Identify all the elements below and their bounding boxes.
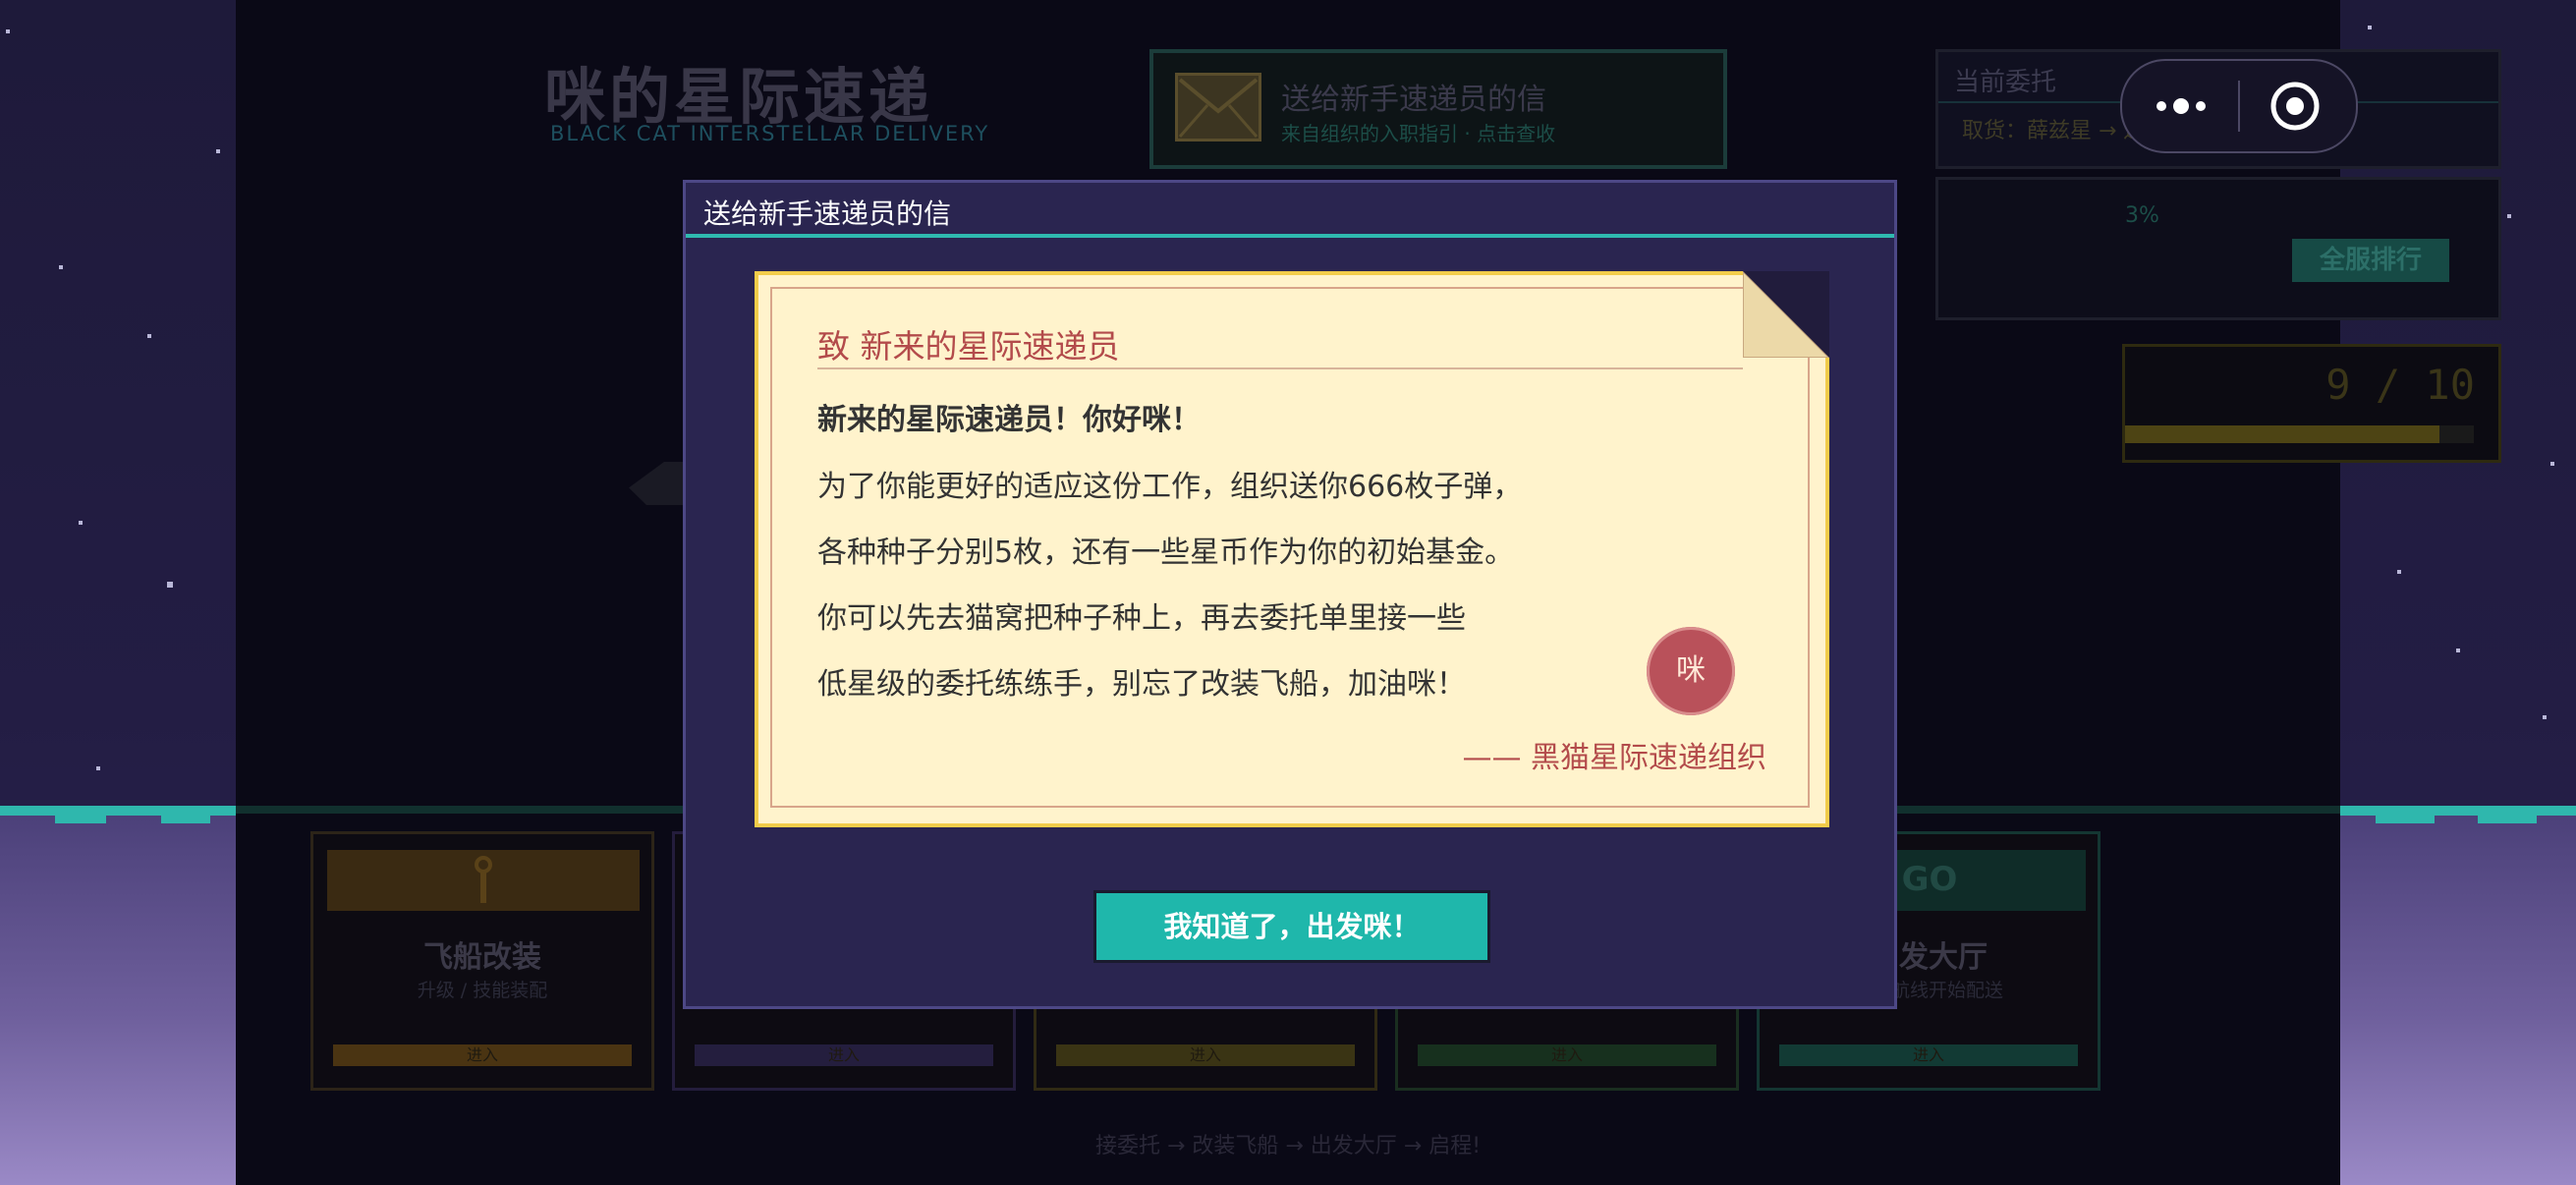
game-subtitle: BLACK CAT INTERSTELLAR DELIVERY	[550, 122, 990, 145]
teal-horizon-step	[55, 814, 106, 823]
star-decoration	[2397, 570, 2401, 574]
star-decoration	[79, 521, 83, 525]
target-circle-icon	[2270, 82, 2320, 131]
letter-line: 各种种子分别5枚，还有一些星币作为你的初始基金。	[817, 536, 1515, 570]
wrench-icon	[471, 856, 496, 905]
letter-signature: —— 黑猫星际速递组织	[1462, 741, 1766, 775]
planet-ground-right	[2340, 806, 2576, 1185]
star-decoration	[96, 766, 100, 770]
envelope-icon	[1175, 73, 1261, 141]
stamina-value: 9 / 10	[2325, 361, 2475, 409]
letter-divider	[817, 367, 1743, 369]
more-options-button[interactable]	[2122, 61, 2238, 151]
letter-recipient: 致 新来的星际速递员	[817, 327, 1120, 366]
menu-card-desc: 升级 / 技能装配	[417, 980, 548, 1001]
star-decoration	[59, 265, 63, 269]
rank-percent: 3%	[2125, 203, 2159, 228]
letter-greeting: 新来的星际速递员！你好咪！	[817, 403, 1201, 437]
stamina-bar	[2125, 425, 2474, 443]
star-decoration	[2550, 462, 2554, 466]
menu-card-enter: 进入	[695, 1044, 993, 1066]
modal-titlebar: 送给新手速递员的信	[686, 183, 1894, 238]
star-decoration	[6, 29, 10, 33]
star-decoration	[167, 582, 173, 588]
letter-line: 为了你能更好的适应这份工作，组织送你666枚子弹，	[817, 470, 1523, 504]
menu-card-enter: 进入	[1418, 1044, 1716, 1066]
page-fold-corner	[1742, 268, 1832, 359]
modal-title: 送给新手速递员的信	[703, 198, 952, 230]
commission-title: 当前委托	[1954, 68, 2057, 97]
global-rank-button[interactable]: 全服排行	[2292, 239, 2449, 282]
menu-card-enter: 进入	[1056, 1044, 1355, 1066]
menu-card-title: 飞船改装	[423, 940, 541, 975]
teal-horizon-step	[2478, 814, 2537, 823]
menu-card-enter: 进入	[1779, 1044, 2078, 1066]
menu-card-enter: 进入	[333, 1044, 632, 1066]
star-decoration	[2507, 214, 2511, 218]
close-miniprogram-button[interactable]	[2240, 61, 2356, 151]
star-decoration	[216, 149, 220, 153]
teal-horizon-step	[2376, 814, 2435, 823]
star-decoration	[2456, 649, 2460, 652]
star-decoration	[2543, 715, 2547, 719]
star-decoration	[147, 334, 151, 338]
menu-card-ship-upgrade[interactable]: 飞船改装 升级 / 技能装配 进入	[310, 831, 654, 1091]
letter-modal: 送给新手速递员的信 致 新来的星际速递员 新来的星际速递员！你好咪！ 为了你能更…	[683, 180, 1897, 1009]
star-decoration	[2368, 26, 2372, 29]
planet-ground-left	[0, 806, 236, 1185]
stamina-panel: 9 / 10	[2122, 344, 2501, 463]
letter-line: 低星级的委托练练手，别忘了改装飞船，加油咪！	[817, 667, 1466, 702]
more-dots-icon	[2156, 98, 2206, 114]
stamina-bar-fill	[2125, 425, 2439, 443]
letter-card-title: 送给新手速递员的信	[1281, 83, 1546, 117]
confirm-depart-button[interactable]: 我知道了，出发咪！	[1093, 890, 1490, 963]
rank-panel: 3% 全服排行	[1935, 177, 2501, 320]
wax-seal: 咪	[1647, 627, 1735, 715]
letter-paper: 致 新来的星际速递员 新来的星际速递员！你好咪！ 为了你能更好的适应这份工作，组…	[755, 268, 1832, 827]
letter-notification-card[interactable]: 送给新手速递员的信 来自组织的入职指引 · 点击查收	[1149, 49, 1727, 169]
flow-hint: 接委托 → 改装飞船 → 出发大厅 → 启程!	[1094, 1134, 1482, 1158]
letter-card-subtitle: 来自组织的入职指引 · 点击查收	[1281, 122, 1556, 145]
menu-card-header	[327, 850, 640, 911]
letter-line: 你可以先去猫窝把种子种上，再去委托单里接一些	[817, 601, 1466, 636]
miniprogram-capsule	[2120, 59, 2358, 153]
teal-horizon-step	[161, 814, 210, 823]
